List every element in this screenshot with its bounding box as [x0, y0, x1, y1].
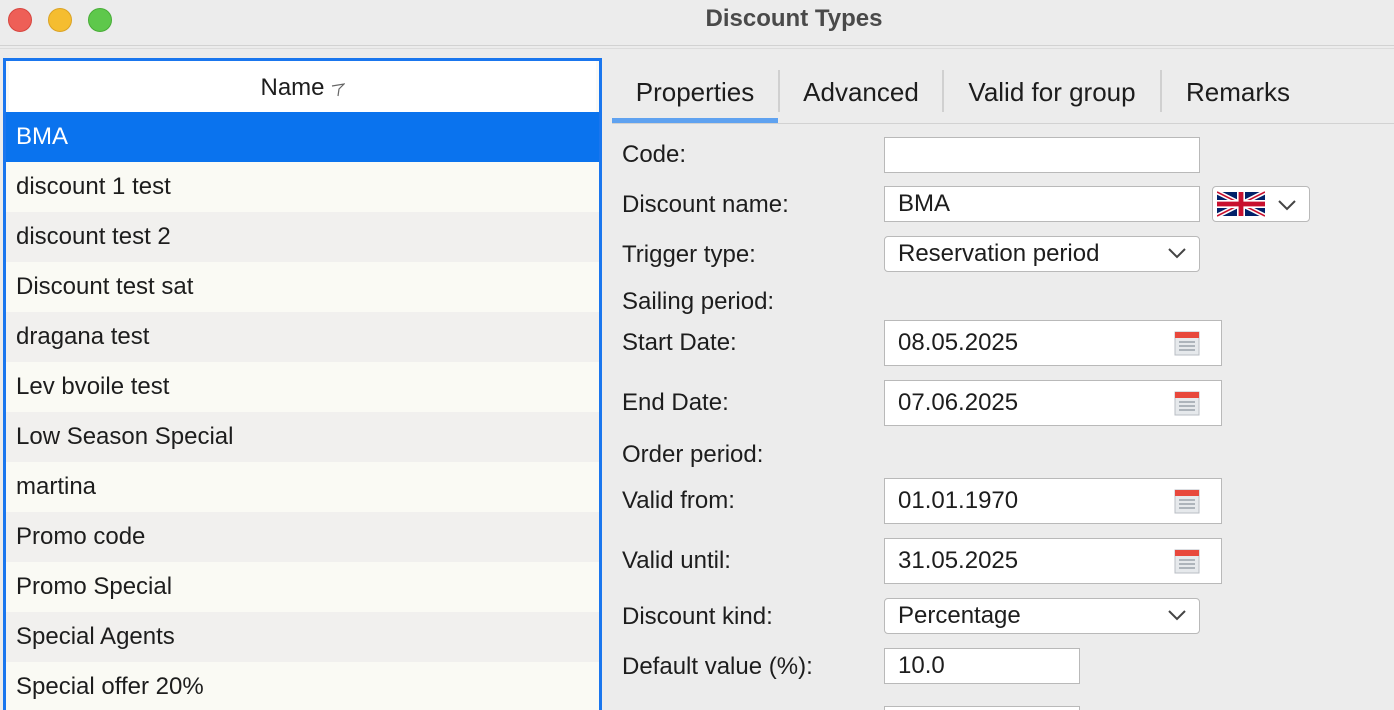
code-input[interactable] [884, 137, 1200, 173]
name-column-label: Name [260, 74, 325, 101]
language-select[interactable] [1212, 186, 1310, 222]
start-date-value: 08.05.2025 [898, 329, 1019, 356]
order-period-label: Order period: [622, 441, 764, 468]
trigger-type-select[interactable]: Reservation period [884, 236, 1200, 272]
list-item[interactable]: discount 1 test [6, 162, 599, 212]
discount-name-label: Discount name: [622, 191, 789, 218]
uk-flag-icon [1217, 190, 1265, 218]
list-item[interactable]: BMA [6, 112, 599, 162]
title-bar: Discount Types [0, 0, 1394, 49]
list-item[interactable]: Low Season Special [6, 412, 599, 462]
list-item[interactable]: Special offer 20% [6, 662, 599, 710]
valid-from-input[interactable]: 01.01.1970 [884, 478, 1222, 524]
start-date-input[interactable]: 08.05.2025 [884, 320, 1222, 366]
list-rows: BMA discount 1 test discount test 2 Discoun… [6, 112, 599, 710]
name-column-header[interactable]: Name [9, 61, 596, 113]
list-item[interactable]: Discount test sat [6, 262, 599, 312]
tab-advanced[interactable]: Advanced [780, 66, 942, 122]
window-title: Discount Types [705, 5, 883, 32]
tab-remarks[interactable]: Remarks [1162, 66, 1314, 122]
list-item[interactable]: Special Agents [6, 612, 599, 662]
list-item[interactable]: Promo code [6, 512, 599, 562]
chevron-down-icon [1168, 248, 1186, 259]
calendar-icon[interactable] [1173, 329, 1201, 357]
discount-kind-value: Percentage [898, 602, 1021, 629]
tab-bar: Properties Advanced Valid for group Rema… [612, 66, 1394, 124]
list-item[interactable]: martina [6, 462, 599, 512]
valid-until-value: 31.05.2025 [898, 547, 1019, 574]
sort-indicator-icon [331, 83, 345, 97]
start-date-label: Start Date: [622, 329, 737, 356]
tab-divider [612, 123, 1394, 124]
trigger-type-label: Trigger type: [622, 241, 756, 268]
next-field-input[interactable] [884, 706, 1080, 710]
discount-types-list[interactable]: Name BMA discount 1 test discount test 2 Di… [3, 58, 602, 710]
default-value-input[interactable]: 10.0 [884, 648, 1080, 684]
valid-until-label: Valid until: [622, 547, 731, 574]
list-item[interactable]: Lev bvoile test [6, 362, 599, 412]
end-date-input[interactable]: 07.06.2025 [884, 380, 1222, 426]
trigger-type-value: Reservation period [898, 240, 1100, 267]
chevron-down-icon [1278, 200, 1296, 211]
list-item[interactable]: discount test 2 [6, 212, 599, 262]
sailing-period-label: Sailing period: [622, 288, 775, 315]
tab-properties[interactable]: Properties [612, 66, 778, 122]
default-value-label: Default value (%): [622, 653, 813, 680]
chevron-down-icon [1168, 610, 1186, 621]
valid-from-value: 01.01.1970 [898, 487, 1019, 514]
end-date-label: End Date: [622, 389, 729, 416]
discount-name-input[interactable]: BMA [884, 186, 1200, 222]
tab-valid-for-group[interactable]: Valid for group [944, 66, 1160, 122]
calendar-icon[interactable] [1173, 547, 1201, 575]
code-label: Code: [622, 141, 687, 168]
discount-kind-select[interactable]: Percentage [884, 598, 1200, 634]
valid-from-label: Valid from: [622, 487, 735, 514]
end-date-value: 07.06.2025 [898, 389, 1019, 416]
list-item[interactable]: dragana test [6, 312, 599, 362]
valid-until-input[interactable]: 31.05.2025 [884, 538, 1222, 584]
discount-kind-label: Discount kind: [622, 603, 773, 630]
calendar-icon[interactable] [1173, 487, 1201, 515]
calendar-icon[interactable] [1173, 389, 1201, 417]
list-item[interactable]: Promo Special [6, 562, 599, 612]
